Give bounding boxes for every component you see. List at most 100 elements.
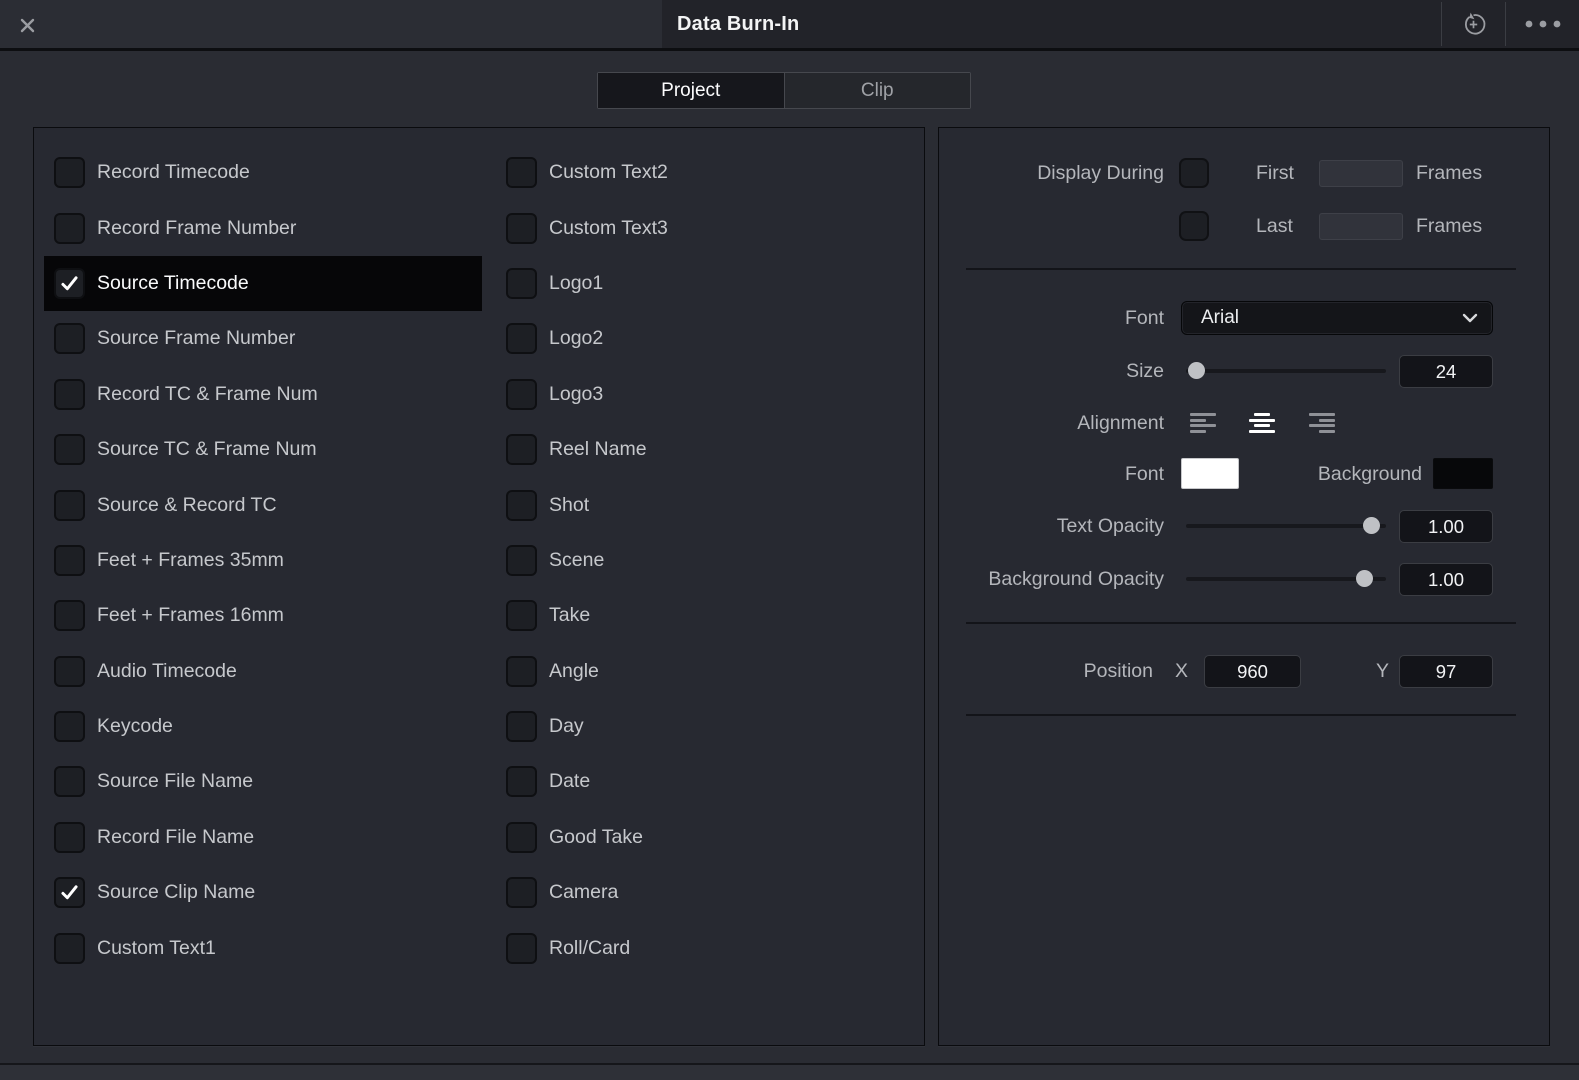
list-item[interactable]: Source Frame Number [44,311,482,366]
list-item[interactable]: Date [496,754,916,809]
list-item[interactable]: Feet + Frames 35mm [44,533,482,588]
list-item[interactable]: Good Take [496,810,916,865]
checkbox-unchecked[interactable] [508,879,535,907]
last-frames-input[interactable] [1319,213,1403,240]
list-item[interactable]: Record TC & Frame Num [44,367,482,422]
align-center-button[interactable] [1247,410,1277,436]
checkbox-unchecked[interactable] [56,657,83,685]
checkbox-unchecked[interactable] [508,436,535,464]
list-item[interactable]: Logo3 [496,367,916,422]
font-dropdown[interactable]: Arial [1181,301,1493,335]
size-slider-handle[interactable] [1188,362,1205,379]
text-opacity-handle[interactable] [1363,517,1380,534]
list-item[interactable]: Reel Name [496,422,916,477]
color-row: Font Background [939,457,1549,491]
background-opacity-slider[interactable] [1186,570,1386,587]
checkbox-unchecked[interactable] [508,934,535,962]
checkbox-unchecked[interactable] [508,823,535,851]
tab-project[interactable]: Project [598,73,784,108]
list-item[interactable]: Source Clip Name [44,865,482,920]
list-item[interactable]: Roll/Card [496,920,916,975]
checklist-column-2: Custom Text2 Custom Text3 Logo1 Logo2 Logo3 R… [496,145,916,976]
checkbox-unchecked[interactable] [508,657,535,685]
position-x-input[interactable] [1204,655,1301,688]
list-item[interactable]: Source File Name [44,754,482,809]
background-opacity-input[interactable] [1399,563,1493,596]
section-divider [966,268,1516,270]
list-item[interactable]: Camera [496,865,916,920]
list-item[interactable]: Take [496,588,916,643]
list-item[interactable]: Record Timecode [44,145,482,200]
checkbox-unchecked[interactable] [56,934,83,962]
checkbox-unchecked[interactable] [56,602,83,630]
list-item[interactable]: Source TC & Frame Num [44,422,482,477]
reset-button[interactable] [1442,0,1505,48]
checkbox-unchecked[interactable] [56,491,83,519]
size-slider[interactable] [1186,362,1386,379]
tab-clip[interactable]: Clip [783,73,970,108]
list-item[interactable]: Day [496,699,916,754]
list-item[interactable]: Source & Record TC [44,477,482,532]
checkbox-unchecked[interactable] [508,159,535,187]
checkbox-unchecked[interactable] [508,546,535,574]
list-item-label: Custom Text1 [97,936,216,959]
checkbox-unchecked[interactable] [56,546,83,574]
last-label: Last [1256,214,1293,237]
display-during-first-checkbox[interactable] [1181,160,1207,186]
list-item[interactable]: Feet + Frames 16mm [44,588,482,643]
display-during-last-row: Last Frames [939,209,1549,243]
checkbox-unchecked[interactable] [508,602,535,630]
checkbox-checked[interactable] [56,879,83,907]
close-button[interactable] [16,14,38,36]
list-item[interactable]: Scene [496,533,916,588]
checkbox-unchecked[interactable] [508,380,535,408]
position-y-input[interactable] [1399,655,1493,688]
options-menu-button[interactable] [1506,0,1579,48]
checkbox-unchecked[interactable] [508,214,535,242]
list-item[interactable]: Logo1 [496,256,916,311]
checkbox-unchecked[interactable] [56,768,83,796]
align-right-button[interactable] [1307,410,1337,436]
checkbox-unchecked[interactable] [508,768,535,796]
checkbox-unchecked[interactable] [508,325,535,353]
checkbox-unchecked[interactable] [508,713,535,741]
list-item[interactable]: Custom Text2 [496,145,916,200]
list-item[interactable]: Angle [496,644,916,699]
font-row: Font Arial [939,301,1549,335]
checkbox-unchecked[interactable] [56,823,83,851]
first-frames-input[interactable] [1319,160,1403,187]
align-center-icon [1253,412,1271,417]
checkbox-unchecked[interactable] [56,214,83,242]
list-item[interactable]: Source Timecode [44,255,482,312]
list-item-label: Record TC & Frame Num [97,382,318,405]
checkbox-unchecked[interactable] [56,159,83,187]
list-item[interactable]: Custom Text1 [44,920,482,975]
checkbox-unchecked[interactable] [508,269,535,297]
size-value-input[interactable] [1399,355,1493,388]
checkbox-unchecked[interactable] [56,713,83,741]
list-item[interactable]: Shot [496,477,916,532]
checkbox-unchecked[interactable] [56,436,83,464]
list-item[interactable]: Audio Timecode [44,644,482,699]
list-item[interactable]: Record Frame Number [44,200,482,255]
list-item-label: Source TC & Frame Num [97,438,317,461]
list-item[interactable]: Logo2 [496,311,916,366]
reset-icon [1460,11,1487,38]
background-opacity-handle[interactable] [1356,570,1373,587]
checkbox-unchecked[interactable] [56,325,83,353]
list-item-label: Logo1 [549,271,604,294]
background-color-swatch[interactable] [1433,458,1493,489]
font-color-swatch[interactable] [1181,458,1239,489]
text-opacity-slider[interactable] [1186,517,1386,534]
checklist-column-1: Record Timecode Record Frame Number Source… [44,145,482,976]
list-item[interactable]: Custom Text3 [496,200,916,255]
text-opacity-input[interactable] [1399,510,1493,543]
checkbox-unchecked[interactable] [508,491,535,519]
list-item[interactable]: Keycode [44,699,482,754]
display-during-last-checkbox[interactable] [1181,213,1207,239]
align-left-button[interactable] [1188,410,1218,436]
list-item[interactable]: Record File Name [44,810,482,865]
checkbox-unchecked[interactable] [56,380,83,408]
checkbox-checked[interactable] [56,269,83,297]
list-item-label: Reel Name [549,438,647,461]
